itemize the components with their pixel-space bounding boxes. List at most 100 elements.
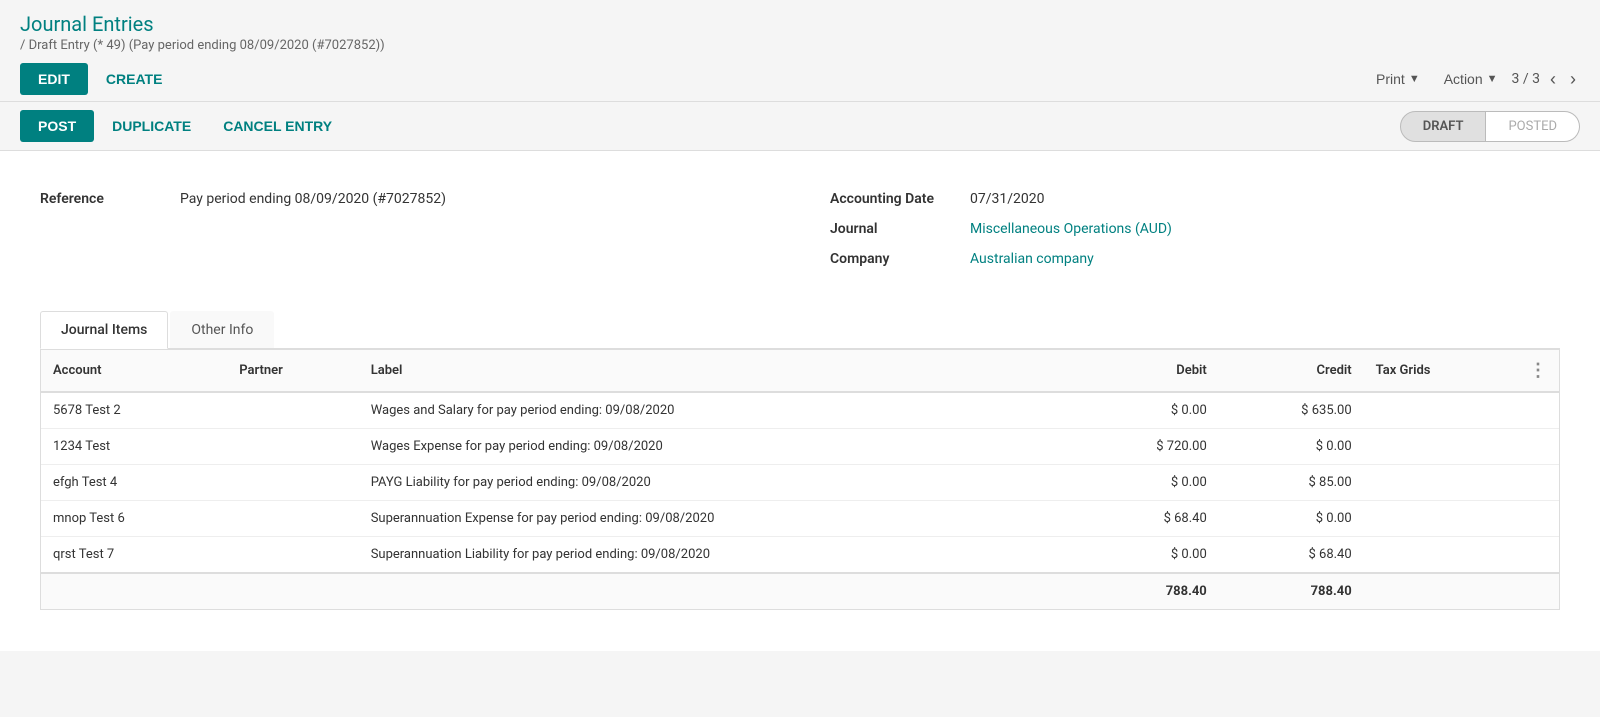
cell-tax-grids	[1364, 465, 1517, 501]
journal-value[interactable]: Miscellaneous Operations (AUD)	[970, 221, 1172, 237]
cell-credit: $ 635.00	[1219, 392, 1364, 429]
pagination-text: 3 / 3	[1512, 71, 1540, 87]
form-right: Accounting Date 07/31/2020 Journal Misce…	[830, 191, 1560, 281]
company-row: Company Australian company	[830, 251, 1560, 267]
cell-partner	[227, 537, 358, 574]
cell-account: 1234 Test	[41, 429, 227, 465]
post-button[interactable]: POST	[20, 110, 94, 142]
breadcrumb-area: Journal Entries / Draft Entry (* 49) (Pa…	[0, 0, 1600, 57]
col-debit: Debit	[1074, 350, 1219, 392]
cell-label: PAYG Liability for pay period ending: 09…	[359, 465, 1074, 501]
totals-empty-5	[1517, 573, 1559, 609]
cell-label: Wages and Salary for pay period ending: …	[359, 392, 1074, 429]
cell-tax-grids	[1364, 392, 1517, 429]
pagination: 3 / 3 ‹ ›	[1512, 69, 1580, 90]
company-label: Company	[830, 251, 970, 267]
cell-tax-grids	[1364, 537, 1517, 574]
main-content: Reference Pay period ending 08/09/2020 (…	[0, 151, 1600, 651]
cell-label: Superannuation Expense for pay period en…	[359, 501, 1074, 537]
action-dropdown-arrow: ▼	[1487, 73, 1498, 85]
create-button[interactable]: CREATE	[92, 63, 177, 95]
cell-partner	[227, 465, 358, 501]
tab-other-info[interactable]: Other Info	[170, 311, 274, 348]
form-section: Reference Pay period ending 08/09/2020 (…	[40, 171, 1560, 311]
table-row: mnop Test 6 Superannuation Expense for p…	[41, 501, 1559, 537]
totals-empty-1	[41, 573, 227, 609]
breadcrumb-sub: / Draft Entry (* 49) (Pay period ending …	[20, 38, 1580, 53]
journal-row: Journal Miscellaneous Operations (AUD)	[830, 221, 1560, 237]
cell-account: efgh Test 4	[41, 465, 227, 501]
totals-row: 788.40 788.40	[41, 573, 1559, 609]
table-header-row: Account Partner Label Debit Credit Tax G…	[41, 350, 1559, 392]
tabs: Journal Items Other Info	[40, 311, 1560, 349]
cell-debit: $ 720.00	[1074, 429, 1219, 465]
col-tax-grids: Tax Grids	[1364, 350, 1517, 392]
col-partner: Partner	[227, 350, 358, 392]
cell-label: Wages Expense for pay period ending: 09/…	[359, 429, 1074, 465]
totals-empty-3	[359, 573, 1074, 609]
print-label: Print	[1376, 71, 1405, 87]
table-row: 5678 Test 2 Wages and Salary for pay per…	[41, 392, 1559, 429]
cell-credit: $ 85.00	[1219, 465, 1364, 501]
totals-credit: 788.40	[1219, 573, 1364, 609]
action-left: POST DUPLICATE CANCEL ENTRY	[20, 110, 346, 142]
totals-debit: 788.40	[1074, 573, 1219, 609]
journal-items-table-wrapper: Account Partner Label Debit Credit Tax G…	[40, 349, 1560, 610]
table-row: 1234 Test Wages Expense for pay period e…	[41, 429, 1559, 465]
cell-debit: $ 68.40	[1074, 501, 1219, 537]
cell-credit: $ 0.00	[1219, 501, 1364, 537]
cell-options	[1517, 392, 1559, 429]
cell-credit: $ 0.00	[1219, 429, 1364, 465]
print-button[interactable]: Print ▼	[1366, 63, 1430, 95]
status-draft: DRAFT	[1400, 111, 1487, 142]
totals-empty-2	[227, 573, 358, 609]
form-left: Reference Pay period ending 08/09/2020 (…	[40, 191, 770, 281]
reference-value: Pay period ending 08/09/2020 (#7027852)	[180, 191, 446, 207]
cell-account: qrst Test 7	[41, 537, 227, 574]
cell-partner	[227, 429, 358, 465]
cell-tax-grids	[1364, 501, 1517, 537]
cell-options	[1517, 537, 1559, 574]
accounting-date-row: Accounting Date 07/31/2020	[830, 191, 1560, 207]
table-row: efgh Test 4 PAYG Liability for pay perio…	[41, 465, 1559, 501]
cancel-entry-button[interactable]: CANCEL ENTRY	[209, 110, 346, 142]
accounting-date-value: 07/31/2020	[970, 191, 1045, 207]
col-credit: Credit	[1219, 350, 1364, 392]
status-posted: POSTED	[1486, 111, 1580, 142]
journal-items-table: Account Partner Label Debit Credit Tax G…	[41, 350, 1559, 609]
cell-account: mnop Test 6	[41, 501, 227, 537]
reference-label: Reference	[40, 191, 180, 207]
cell-account: 5678 Test 2	[41, 392, 227, 429]
action-label: Action	[1444, 71, 1483, 87]
col-options: ⋮	[1517, 350, 1559, 392]
action-toolbar: POST DUPLICATE CANCEL ENTRY DRAFT POSTED	[0, 102, 1600, 151]
journal-label: Journal	[830, 221, 970, 237]
col-account: Account	[41, 350, 227, 392]
cell-options	[1517, 429, 1559, 465]
reference-row: Reference Pay period ending 08/09/2020 (…	[40, 191, 770, 207]
edit-button[interactable]: EDIT	[20, 63, 88, 95]
tab-journal-items[interactable]: Journal Items	[40, 311, 168, 349]
cell-label: Superannuation Liability for pay period …	[359, 537, 1074, 574]
cell-partner	[227, 392, 358, 429]
cell-debit: $ 0.00	[1074, 537, 1219, 574]
app-title: Journal Entries	[20, 12, 1580, 36]
next-button[interactable]: ›	[1566, 69, 1580, 90]
cell-debit: $ 0.00	[1074, 392, 1219, 429]
prev-button[interactable]: ‹	[1546, 69, 1560, 90]
col-label: Label	[359, 350, 1074, 392]
cell-partner	[227, 501, 358, 537]
totals-empty-4	[1364, 573, 1517, 609]
cell-tax-grids	[1364, 429, 1517, 465]
cell-debit: $ 0.00	[1074, 465, 1219, 501]
page-wrapper: Journal Entries / Draft Entry (* 49) (Pa…	[0, 0, 1600, 717]
table-row: qrst Test 7 Superannuation Liability for…	[41, 537, 1559, 574]
print-dropdown-arrow: ▼	[1409, 73, 1420, 85]
action-button[interactable]: Action ▼	[1434, 63, 1508, 95]
top-toolbar: EDIT CREATE Print ▼ Action ▼ 3 / 3 ‹ ›	[0, 57, 1600, 102]
duplicate-button[interactable]: DUPLICATE	[98, 110, 205, 142]
options-icon[interactable]: ⋮	[1529, 360, 1547, 381]
company-value[interactable]: Australian company	[970, 251, 1094, 267]
cell-credit: $ 68.40	[1219, 537, 1364, 574]
cell-options	[1517, 465, 1559, 501]
